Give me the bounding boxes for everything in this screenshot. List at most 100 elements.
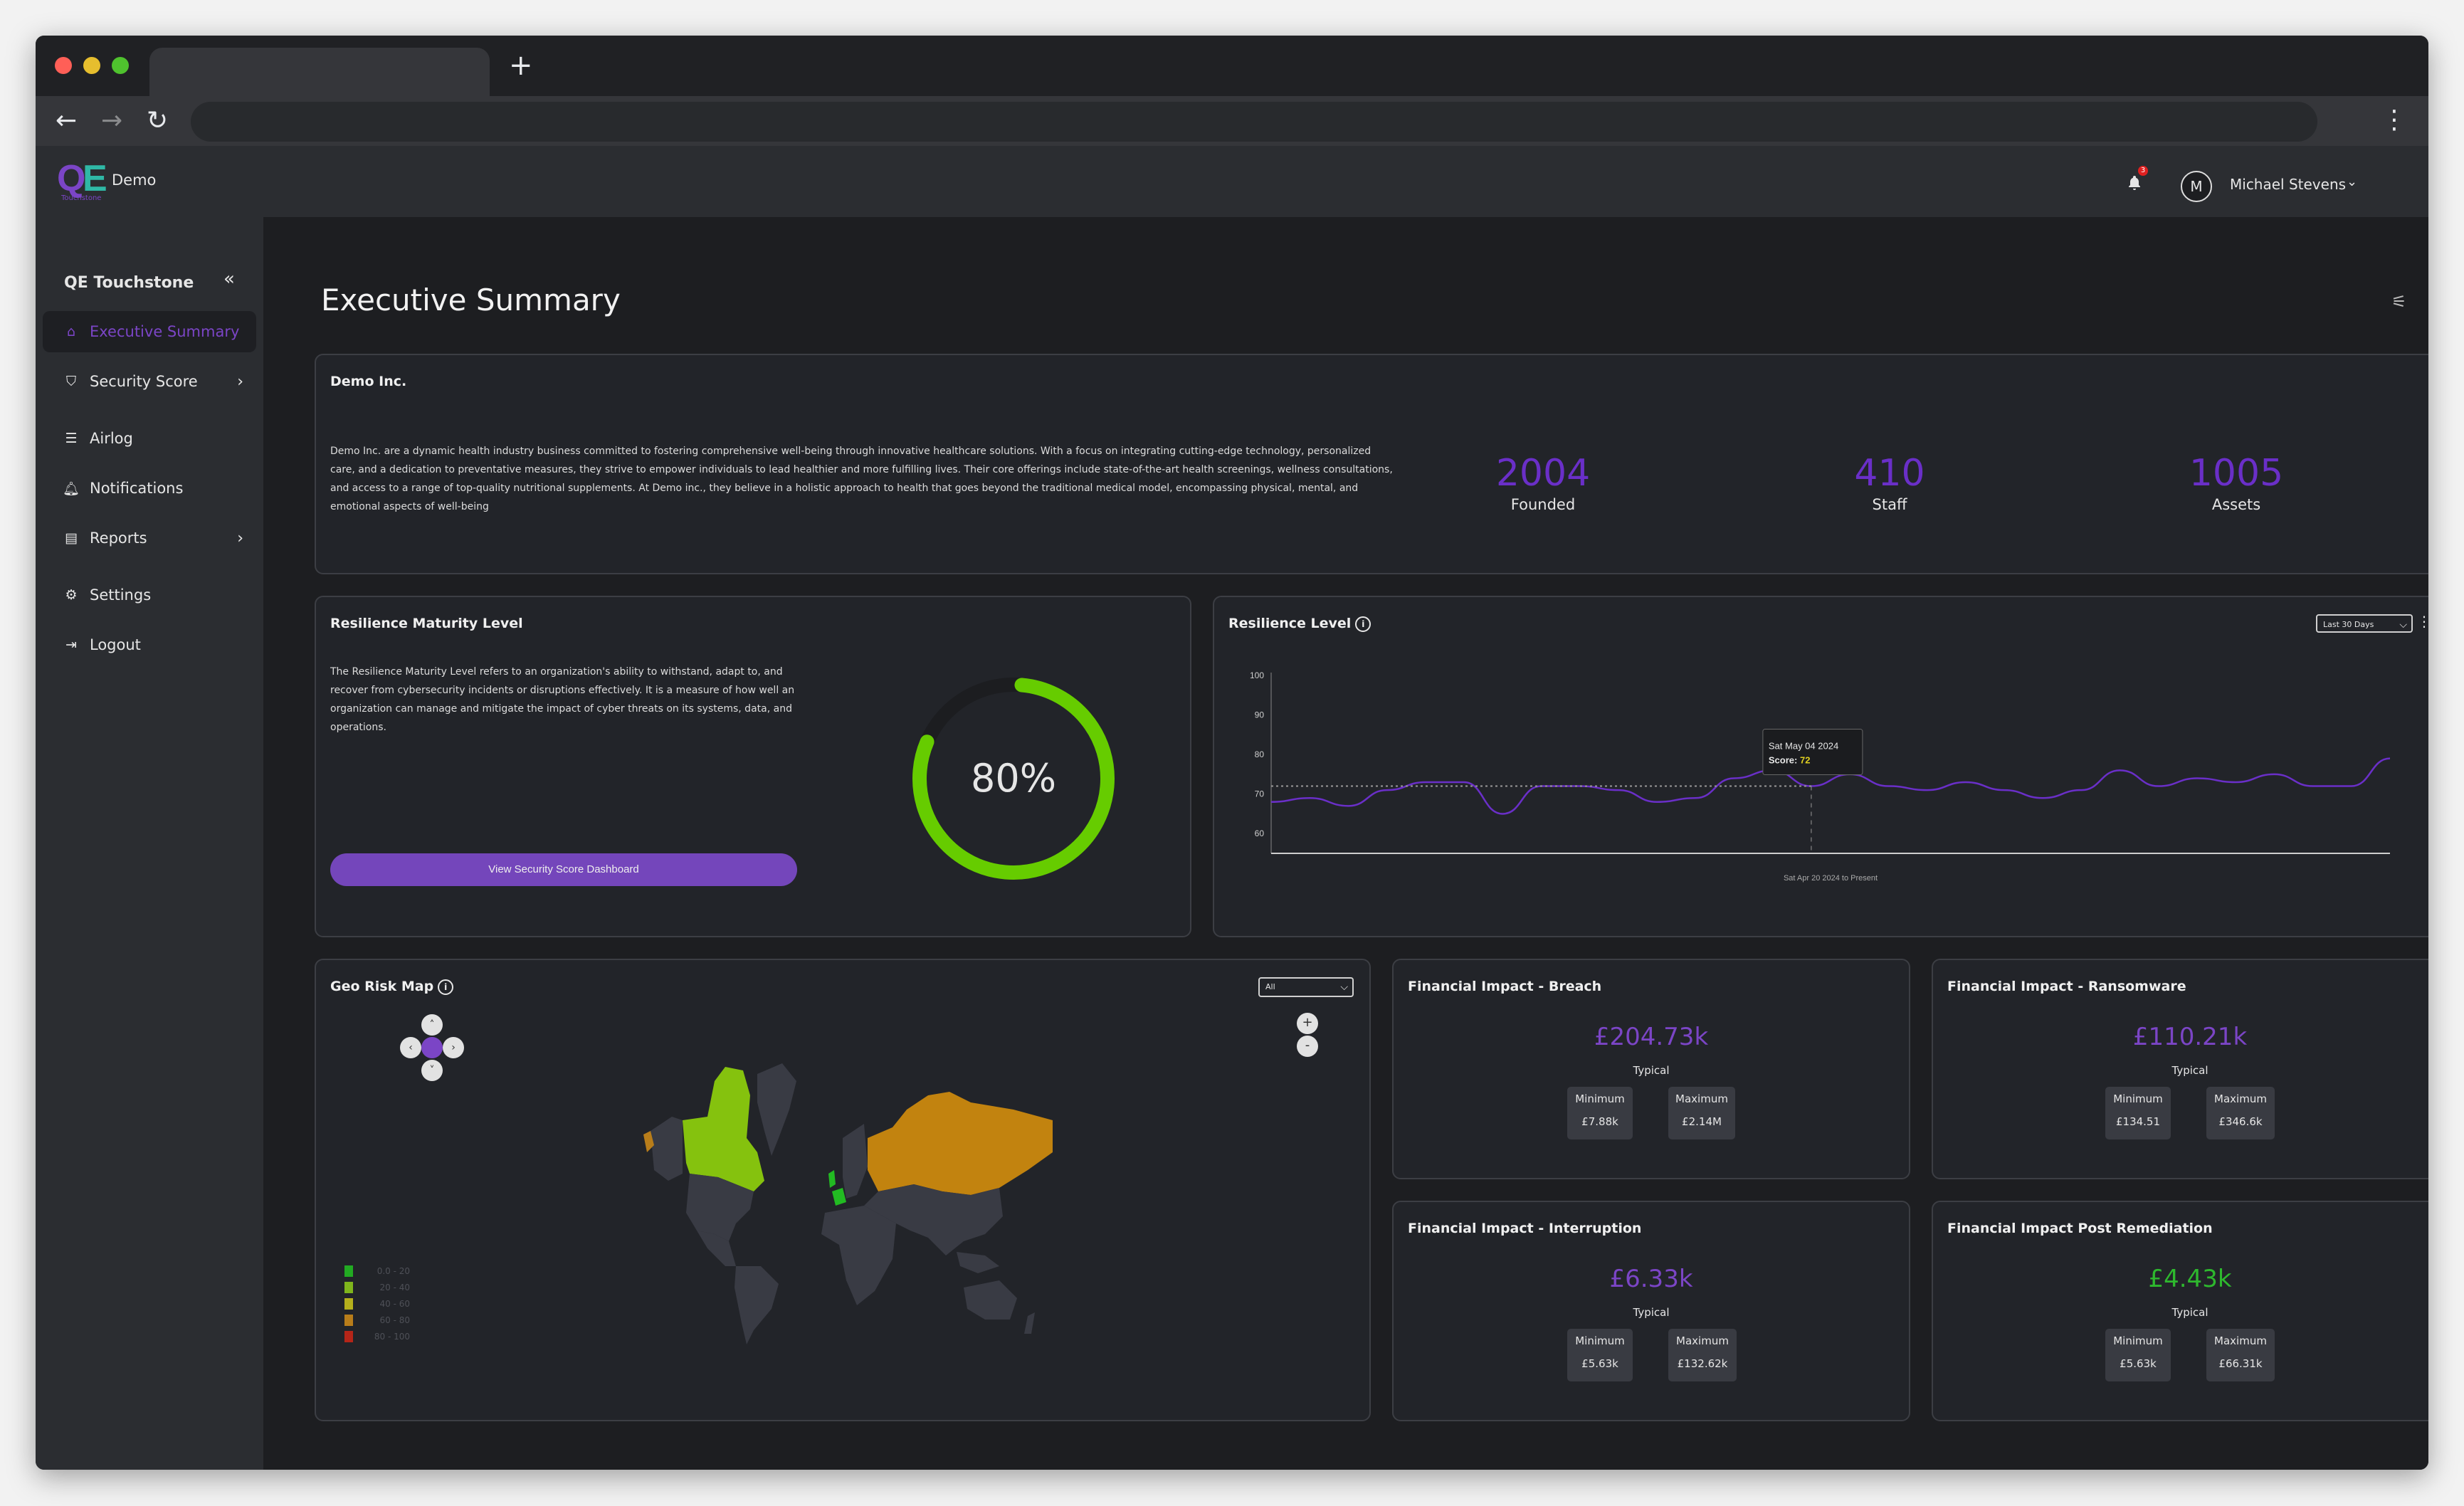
map-country-greenland[interactable] xyxy=(757,1063,796,1156)
map-region-southeast-asia[interactable] xyxy=(957,1252,999,1273)
legend-swatch xyxy=(344,1265,353,1277)
sidebar-item-executive-summary[interactable]: ⌂ Executive Summary xyxy=(43,311,256,352)
forward-button[interactable]: → xyxy=(101,103,122,139)
data-point xyxy=(2119,769,2122,772)
browser-tab[interactable] xyxy=(149,48,490,96)
stat-founded: 2004 Founded xyxy=(1472,452,1614,513)
geo-risk-map-title: Geo Risk Map xyxy=(330,979,434,994)
sidebar-item-label: Logout xyxy=(90,636,141,653)
user-menu-chevron-down-icon[interactable]: ⌄ xyxy=(2347,174,2357,189)
tooltip-date: Sat May 04 2024 xyxy=(1769,741,1838,752)
browser-toolbar: ← → ↻ ⋮ xyxy=(36,96,2428,146)
legend-item: 80 - 100 xyxy=(344,1330,410,1343)
data-point xyxy=(1926,789,1929,791)
card-title: Resilience Maturity Level xyxy=(330,616,523,631)
sidebar-item-label: Settings xyxy=(90,586,152,604)
data-point xyxy=(2080,789,2083,791)
qe-touchstone-logo[interactable]: Q E Touchstone xyxy=(57,160,107,203)
sidebar-item-logout[interactable]: ⇥ Logout xyxy=(43,624,256,665)
sidebar-item-label: Executive Summary xyxy=(90,323,240,340)
region-filter-select[interactable]: All ⌵ xyxy=(1258,977,1354,997)
data-point xyxy=(2234,781,2237,784)
map-zoom-in-button[interactable]: + xyxy=(1297,1013,1318,1034)
tab-bar: + xyxy=(36,36,2428,96)
stat-label: Staff xyxy=(1872,496,1907,513)
map-country-canada[interactable] xyxy=(683,1067,764,1191)
data-point xyxy=(1617,789,1620,791)
collapse-sidebar-icon[interactable]: « xyxy=(223,268,235,290)
minimum-value: £7.88k xyxy=(1581,1115,1618,1128)
pan-left-button[interactable]: ‹ xyxy=(400,1037,421,1058)
page-title: Executive Summary xyxy=(321,283,621,317)
minimum-value: £5.63k xyxy=(1581,1357,1618,1370)
info-icon[interactable]: i xyxy=(438,979,454,995)
stat-value: 2004 xyxy=(1495,452,1591,495)
pan-up-button[interactable]: ˄ xyxy=(421,1014,443,1036)
sidebar-item-label: Airlog xyxy=(90,430,133,447)
minimum-value: £134.51 xyxy=(2115,1115,2161,1128)
map-country-new-zealand[interactable] xyxy=(1024,1312,1035,1334)
typical-label: Typical xyxy=(1633,1064,1670,1077)
user-avatar[interactable]: M xyxy=(2181,171,2212,202)
pdf-file-icon: ▤ xyxy=(65,530,78,546)
maximum-box: Maximum £2.14M xyxy=(1668,1087,1735,1139)
chevron-right-icon: › xyxy=(237,529,243,547)
view-security-score-dashboard-button[interactable]: View Security Score Dashboard xyxy=(330,853,797,886)
typical-value: £4.43k xyxy=(2148,1265,2232,1293)
minimum-box: Minimum £7.88k xyxy=(1567,1087,1633,1139)
financial-impact-interruption-card: Financial Impact - Interruption £6.33k T… xyxy=(1392,1201,1910,1421)
sidebar-item-reports[interactable]: ▤ Reports › xyxy=(43,517,256,559)
arrow-right-icon: → xyxy=(101,106,123,135)
chevron-down-icon: ⌵ xyxy=(1340,981,1348,993)
minimize-window-button[interactable] xyxy=(83,57,100,74)
minimum-box: Minimum £134.51 xyxy=(2105,1087,2171,1139)
stat-value: 1005 xyxy=(2189,452,2284,495)
map-continent-africa[interactable] xyxy=(821,1206,896,1305)
map-country-australia[interactable] xyxy=(964,1280,1017,1320)
resilience-line-chart: 60 70 80 90 100 Sat Apr 20 2024 to Present Sat… xyxy=(1250,670,2391,883)
app-header: Q E Touchstone Demo 3 M Michael Stevens … xyxy=(36,146,2428,217)
notifications-bell-icon[interactable] xyxy=(2126,174,2143,191)
minimum-value: £5.63k xyxy=(2120,1357,2157,1370)
close-window-button[interactable] xyxy=(55,57,72,74)
maximum-box: Maximum £346.6k xyxy=(2206,1087,2275,1139)
map-country-russia[interactable] xyxy=(868,1092,1053,1195)
data-point xyxy=(1694,796,1697,799)
maximize-window-button[interactable] xyxy=(112,57,129,74)
map-country-uk[interactable] xyxy=(828,1170,836,1188)
new-tab-button[interactable]: + xyxy=(509,51,533,80)
user-name[interactable]: Michael Stevens xyxy=(2230,176,2346,193)
map-continent-south-america[interactable] xyxy=(735,1266,779,1344)
sliders-icon[interactable]: ⚟ xyxy=(2391,292,2407,312)
y-tick-label: 90 xyxy=(1255,710,1265,720)
maximum-value: £66.31k xyxy=(2218,1357,2263,1370)
back-button[interactable]: ← xyxy=(56,103,77,139)
map-country-usa-alaska[interactable] xyxy=(651,1117,683,1181)
reload-button[interactable]: ↻ xyxy=(147,103,168,139)
browser-menu-button[interactable]: ⋮ xyxy=(2381,106,2407,135)
legend-label: 60 - 80 xyxy=(379,1315,411,1325)
data-point xyxy=(1732,776,1735,779)
gear-icon: ⚙ xyxy=(65,587,78,603)
sidebar-item-label: Notifications xyxy=(90,480,184,497)
pan-down-button[interactable]: ˅ xyxy=(421,1060,443,1081)
map-zoom-out-button[interactable]: - xyxy=(1297,1036,1318,1057)
data-point xyxy=(1424,781,1427,784)
sidebar-item-notifications[interactable]: 🔔︎ Notifications xyxy=(43,468,256,509)
legend-item: 40 - 60 xyxy=(344,1297,410,1310)
map-country-france[interactable] xyxy=(832,1188,846,1206)
legend-label: 80 - 100 xyxy=(374,1332,410,1342)
sidebar-item-security-score[interactable]: ⛉ Security Score › xyxy=(43,361,256,402)
legend-item: 0.0 - 20 xyxy=(344,1265,410,1278)
pan-right-button[interactable]: › xyxy=(443,1037,464,1058)
map-region-europe[interactable] xyxy=(843,1124,868,1199)
maximum-value: £2.14M xyxy=(1682,1115,1722,1128)
sidebar-item-settings[interactable]: ⚙ Settings xyxy=(43,574,256,616)
data-point xyxy=(1964,781,1967,784)
address-bar[interactable] xyxy=(191,102,2317,142)
sidebar-item-airlog[interactable]: ☰ Airlog xyxy=(43,418,256,459)
data-point xyxy=(1501,812,1504,815)
select-value: All xyxy=(1265,982,1275,991)
pan-center-button[interactable] xyxy=(421,1037,443,1058)
home-icon: ⌂ xyxy=(66,324,76,339)
